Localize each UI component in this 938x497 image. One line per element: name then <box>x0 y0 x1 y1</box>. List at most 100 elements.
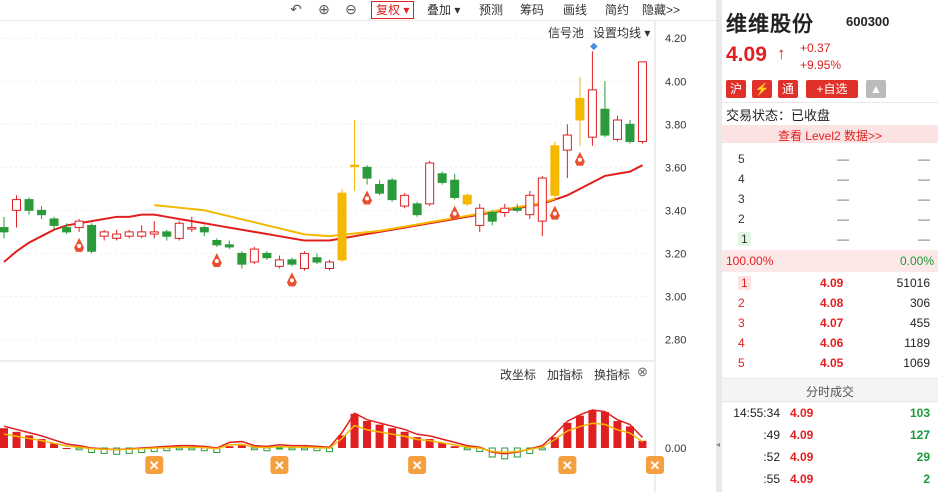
tick-time: :49 <box>763 428 780 442</box>
price-tick-label: 3.60 <box>665 162 686 174</box>
candle-body <box>137 231 147 237</box>
macd-bar <box>600 412 609 448</box>
change-axis-button[interactable]: 改坐标 <box>500 366 536 383</box>
macd-bar <box>0 428 8 448</box>
candle-body <box>512 207 522 211</box>
macd-bar <box>188 447 196 451</box>
candle-body <box>400 194 410 207</box>
swap-indicator-button[interactable]: 换指标 <box>594 366 630 383</box>
macd-bar <box>75 447 83 451</box>
sell-level: 2 <box>738 212 745 226</box>
sell-row[interactable]: 3 — — <box>722 190 938 210</box>
candle-body <box>62 227 72 233</box>
price-change: +0.37 <box>800 41 831 55</box>
set-ma-button[interactable]: 设置均线 ▾ <box>593 24 650 41</box>
macd-bar <box>363 421 372 448</box>
chouma-button[interactable]: 筹码 <box>516 1 548 19</box>
collapse-arrow-icon[interactable]: ◂ <box>716 440 720 449</box>
sell-price: — <box>837 232 849 246</box>
buy-row[interactable]: 4 4.06 1189 <box>722 334 938 354</box>
macd-bar <box>613 421 622 448</box>
chart-toolbar: ↶ ⊕ ⊖ 复权 ▾ 叠加 ▾ 预测 筹码 画线 简约 隐藏>> <box>0 0 716 21</box>
sell-row[interactable]: 2 — — <box>722 210 938 230</box>
fuquan-button[interactable]: 复权 ▾ <box>371 1 415 19</box>
tong-badge: 通 <box>778 80 798 98</box>
tick-price: 4.09 <box>790 472 814 486</box>
candle-body <box>375 184 385 194</box>
sell-row[interactable]: 1 — — <box>722 230 938 250</box>
candle-body <box>124 231 134 237</box>
candle-body <box>625 123 635 143</box>
buy-level: 1 <box>738 276 751 290</box>
buy-price: 4.06 <box>820 336 844 350</box>
zoom-out-icon[interactable]: ⊖ <box>343 1 359 17</box>
candle-body <box>475 207 485 226</box>
cross-signal-glyph: ✕ <box>562 458 573 473</box>
buy-row[interactable]: 5 4.05 1069 <box>722 354 938 374</box>
tick-row: :49 4.09 127 <box>722 426 938 446</box>
cross-signal-glyph: ✕ <box>274 458 285 473</box>
add-indicator-button[interactable]: 加指标 <box>547 366 583 383</box>
macd-bar <box>375 424 384 448</box>
candle-body <box>162 231 172 237</box>
macd-bar <box>175 447 183 451</box>
buy-row[interactable]: 3 4.07 455 <box>722 314 938 334</box>
candle-body <box>99 231 109 237</box>
tick-time: :52 <box>763 450 780 464</box>
rocket-window <box>365 196 370 201</box>
tick-price: 4.09 <box>790 450 814 464</box>
tick-volume: 2 <box>923 472 930 486</box>
chart-area[interactable]: 4.20 4.00 3.80 3.60 3.40 3.20 3.00 2.80 0.00 ✕ ✕ ✕ ✕… <box>0 21 716 492</box>
ratio-bar: 100.00% 0.00% <box>722 250 938 272</box>
add-watchlist-button[interactable]: +自选 <box>806 80 858 98</box>
signal-pool-link[interactable]: 信号池 <box>548 24 584 41</box>
up-arrow-icon: ↑ <box>777 44 786 63</box>
level2-banner[interactable]: 查看 Level2 数据>> <box>722 125 938 143</box>
price-tick-label: 4.00 <box>665 76 686 88</box>
undo-icon[interactable]: ↶ <box>288 1 304 17</box>
candle-body <box>462 194 472 205</box>
sell-level: 3 <box>738 192 745 206</box>
diejia-button[interactable]: 叠加 ▾ <box>423 1 464 19</box>
candle-body <box>0 227 9 233</box>
tick-price: 4.09 <box>790 428 814 442</box>
candle-body <box>525 194 535 216</box>
candle-body <box>487 212 497 222</box>
buy-row[interactable]: 1 4.09 51016 <box>722 274 938 294</box>
hu-badge: 沪 <box>726 80 746 98</box>
close-indicator-icon[interactable]: ⊗ <box>637 364 648 380</box>
macd-bar <box>275 447 283 450</box>
yuce-button[interactable]: 预测 <box>475 1 507 19</box>
candle-body <box>575 97 585 121</box>
hide-button[interactable]: 隐藏>> <box>638 1 684 19</box>
sell-volume: — <box>918 212 930 226</box>
sell-row[interactable]: 5 — — <box>722 150 938 170</box>
tick-volume: 29 <box>916 450 930 464</box>
rocket-window <box>214 258 219 263</box>
sell-row[interactable]: 4 — — <box>722 170 938 190</box>
level2-link[interactable]: 查看 Level2 数据>> <box>722 127 938 144</box>
kline-chart[interactable]: 4.20 4.00 3.80 3.60 3.40 3.20 3.00 2.80 0.00 ✕ ✕ ✕ ✕… <box>0 21 716 492</box>
candle-body <box>249 248 259 263</box>
sell-price: — <box>837 192 849 206</box>
cross-signal-glyph: ✕ <box>149 458 160 473</box>
lightning-icon: ⚡ <box>752 80 772 98</box>
macd-bar <box>450 446 459 448</box>
candle-body <box>224 244 234 248</box>
candle-body <box>500 207 510 214</box>
candle-body <box>612 119 622 140</box>
alert-bell-icon[interactable]: ▲ <box>866 80 886 98</box>
rocket-window <box>577 157 582 162</box>
buy-volume: 455 <box>909 316 930 330</box>
macd-bar <box>538 447 546 451</box>
huaxian-button[interactable]: 画线 <box>559 1 591 19</box>
sell-volume: — <box>918 232 930 246</box>
tick-price: 4.09 <box>790 406 814 420</box>
jianyue-button[interactable]: 简约 <box>601 1 633 19</box>
ticks-header: 分时成交 <box>722 378 938 402</box>
buy-row[interactable]: 2 4.08 306 <box>722 294 938 314</box>
price-tick-label: 3.20 <box>665 248 686 260</box>
zoom-in-icon[interactable]: ⊕ <box>316 1 332 17</box>
diamond-marker-icon: ◆ <box>590 41 598 52</box>
ratio-left: 100.00% <box>726 254 774 268</box>
